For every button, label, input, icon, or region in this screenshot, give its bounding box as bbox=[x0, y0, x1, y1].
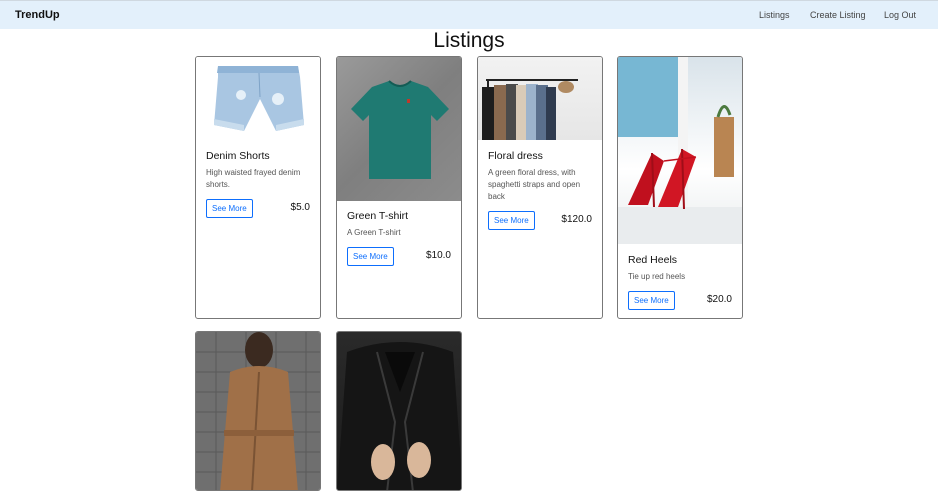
see-more-button[interactable]: See More bbox=[206, 199, 253, 218]
navbar: TrendUp Listings Create Listing Log Out bbox=[0, 0, 938, 29]
card-body: Floral dress A green floral dress, with … bbox=[488, 150, 592, 230]
card-price: $5.0 bbox=[290, 202, 310, 213]
card-footer: See More $10.0 bbox=[347, 247, 451, 266]
card-title: Red Heels bbox=[628, 254, 678, 266]
brand-logo[interactable]: TrendUp bbox=[15, 9, 60, 21]
card-body: Red Heels Tie up red heels See More $20.… bbox=[628, 254, 732, 310]
page-title: Listings bbox=[433, 29, 505, 52]
card-price: $10.0 bbox=[425, 250, 451, 261]
leather-jacket-image bbox=[337, 332, 461, 490]
card-body: Denim Shorts High waisted frayed denim s… bbox=[206, 150, 310, 218]
card-title: Denim Shorts bbox=[206, 150, 270, 162]
nav-link-log-out[interactable]: Log Out bbox=[884, 10, 916, 20]
card-title: Floral dress bbox=[488, 150, 543, 162]
card-description: High waisted frayed denim shorts. bbox=[206, 168, 301, 189]
see-more-button[interactable]: See More bbox=[347, 247, 394, 266]
nav-link-listings[interactable]: Listings bbox=[759, 10, 790, 20]
card-price: $120.0 bbox=[561, 214, 592, 225]
denim-shorts-image bbox=[196, 57, 320, 141]
brown-coat-image bbox=[196, 332, 320, 490]
listing-card: Floral dress A green floral dress, with … bbox=[477, 56, 603, 319]
card-price: $20.0 bbox=[706, 294, 732, 305]
listing-card: Red Heels Tie up red heels See More $20.… bbox=[617, 56, 743, 319]
listing-card: Green T-shirt A Green T-shirt See More $… bbox=[336, 56, 462, 319]
card-description: Tie up red heels bbox=[628, 272, 686, 281]
card-description: A green floral dress, with spaghetti str… bbox=[488, 168, 581, 201]
nav-link-create-listing[interactable]: Create Listing bbox=[810, 10, 866, 20]
see-more-button[interactable]: See More bbox=[628, 291, 675, 310]
card-title: Green T-shirt bbox=[347, 210, 409, 222]
card-description: A Green T-shirt bbox=[347, 228, 401, 237]
card-footer: See More $5.0 bbox=[206, 199, 310, 218]
clothing-rack-image bbox=[478, 57, 602, 140]
listing-card bbox=[336, 331, 462, 491]
see-more-button[interactable]: See More bbox=[488, 211, 535, 230]
listing-card bbox=[195, 331, 321, 491]
green-tshirt-image bbox=[337, 57, 461, 201]
listing-card: Denim Shorts High waisted frayed denim s… bbox=[195, 56, 321, 319]
card-footer: See More $20.0 bbox=[628, 291, 732, 310]
card-footer: See More $120.0 bbox=[488, 211, 592, 230]
card-body: Green T-shirt A Green T-shirt See More $… bbox=[347, 210, 451, 266]
red-heels-image bbox=[618, 57, 742, 244]
